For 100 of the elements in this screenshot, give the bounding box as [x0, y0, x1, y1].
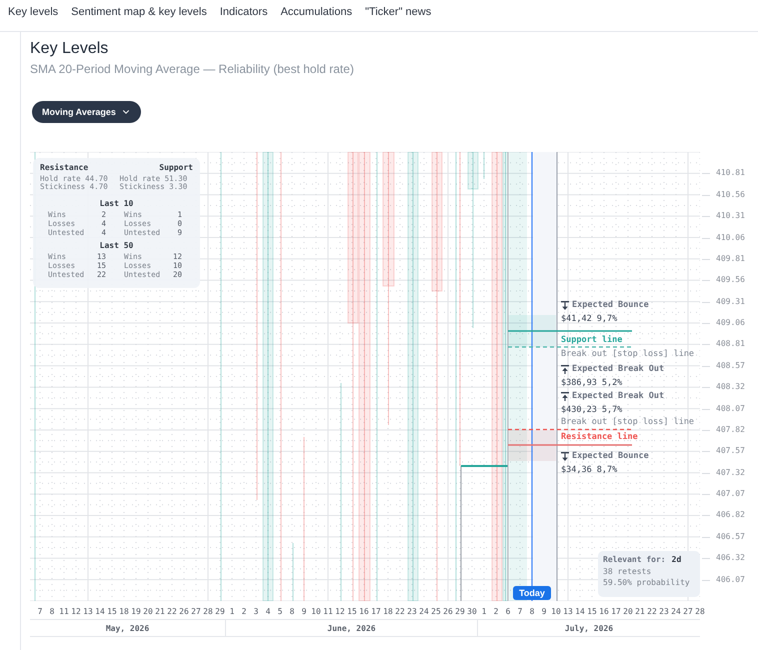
date-label: 21 [635, 607, 645, 617]
date-label: 1 [482, 607, 486, 617]
stats-group-title: Last 50 [100, 241, 134, 250]
date-label: 22 [647, 607, 657, 617]
date-label: 7 [518, 607, 522, 617]
price-label: 408.07 [716, 404, 745, 414]
date-label: 26 [443, 607, 453, 617]
date-label: 7 [38, 607, 42, 617]
date-label: 17 [371, 607, 381, 617]
price-label: 410.31 [716, 211, 745, 222]
bar-arrow-up-icon [561, 365, 569, 374]
resistance-line-label: Resistance line [561, 432, 638, 443]
date-label: 21 [155, 607, 165, 617]
price-label: 409.06 [716, 318, 745, 328]
relevance-label: Relevant for: [603, 554, 666, 566]
date-label: 17 [611, 607, 621, 617]
stats-heading: Support [159, 162, 193, 173]
price-label: 410.06 [716, 232, 745, 243]
date-label: 15 [587, 607, 597, 617]
stats-heading: Resistance [40, 162, 88, 173]
date-label: 12 [71, 607, 81, 617]
price-label: 409.81 [716, 254, 745, 264]
retest-count: 38 retests [603, 566, 652, 577]
price-label: 410.81 [716, 168, 745, 178]
date-label: 1 [230, 607, 234, 617]
price-label: 408.32 [716, 382, 745, 392]
date-label: 27 [191, 607, 201, 617]
nav-tab[interactable]: "Ticker" news [365, 5, 432, 19]
probability-text: 59.50% probability [603, 577, 691, 588]
signal-probability: 8,7% [596, 465, 618, 476]
signal-price: $430,23 [561, 405, 597, 416]
price-label: 409.31 [716, 296, 745, 307]
support-line-label: Support line [561, 335, 622, 346]
date-label: 13 [83, 607, 93, 617]
date-label: 15 [347, 607, 357, 617]
date-label: 8 [530, 607, 534, 617]
date-label: 5 [278, 607, 282, 617]
price-label: 406.57 [716, 532, 745, 542]
date-label: 2 [494, 607, 498, 617]
stop-loss-label: Break out [stop loss] line [561, 349, 694, 360]
date-label: 27 [683, 607, 693, 617]
date-label: 26 [179, 607, 189, 617]
date-label: 11 [323, 607, 333, 617]
date-label: 2 [242, 607, 246, 617]
signal-label: Expected Break Out [572, 364, 664, 375]
date-label: 16 [359, 607, 369, 617]
signal-label: Expected Break Out [572, 391, 664, 402]
relevance-value: 2d [672, 554, 682, 566]
date-label: 28 [203, 607, 213, 617]
price-label: 406.32 [716, 553, 745, 564]
resistance-zone [508, 430, 556, 461]
date-label: 8 [290, 607, 294, 617]
support-zone [508, 315, 556, 347]
date-label: 29 [455, 607, 465, 617]
date-label: 18 [119, 607, 129, 617]
date-label: 22 [167, 607, 177, 617]
bar-arrow-up-icon [561, 392, 569, 401]
nav-tab[interactable]: Accumulations [280, 5, 352, 19]
date-label: 14 [575, 607, 585, 617]
date-label: 18 [383, 607, 393, 617]
date-label: 20 [623, 607, 633, 617]
date-label: 4 [266, 607, 270, 617]
date-label: 29 [215, 607, 225, 617]
month-label: May, 2026 [106, 624, 150, 632]
month-label: June, 2026 [327, 624, 376, 632]
date-label: 13 [563, 607, 573, 617]
price-label: 407.57 [716, 446, 745, 456]
date-label: 24 [671, 607, 681, 617]
date-label: 24 [419, 607, 429, 617]
price-label: 406.82 [716, 510, 745, 520]
price-label: 408.81 [716, 339, 745, 350]
price-label: 407.32 [716, 468, 745, 478]
price-label: 409.56 [716, 275, 745, 286]
date-label: 30 [467, 607, 477, 617]
date-label: 19 [131, 607, 141, 617]
date-label: 9 [542, 607, 546, 617]
signal-probability: 5,7% [602, 405, 622, 416]
date-label: 16 [599, 607, 609, 617]
date-label: 12 [335, 607, 345, 617]
nav-tab[interactable]: Indicators [220, 5, 268, 19]
price-label: 407.82 [716, 424, 745, 435]
date-label: 23 [407, 607, 417, 617]
price-label: 407.07 [716, 489, 745, 500]
nav-tab[interactable]: Sentiment map & key levels [71, 5, 207, 19]
nav-tab[interactable]: Key levels [8, 5, 58, 19]
date-label: 3 [254, 607, 258, 617]
stats-group-title: Last 10 [100, 199, 134, 208]
today-badge: Today [513, 586, 551, 600]
date-label: 6 [506, 607, 510, 617]
moving-averages-dropdown[interactable]: Moving Averages [32, 101, 141, 123]
bar-arrow-down-icon [561, 301, 569, 310]
date-label: 15 [107, 607, 117, 617]
date-label: 11 [59, 607, 69, 617]
date-label: 23 [659, 607, 669, 617]
date-label: 20 [143, 607, 153, 617]
date-label: 10 [551, 607, 561, 617]
page-subtitle: SMA 20-Period Moving Average — Reliability (best hold rate) [30, 62, 354, 76]
date-label: 22 [395, 607, 405, 617]
signal-probability: 9,7% [596, 314, 618, 325]
signal-label: Expected Bounce [572, 300, 649, 311]
